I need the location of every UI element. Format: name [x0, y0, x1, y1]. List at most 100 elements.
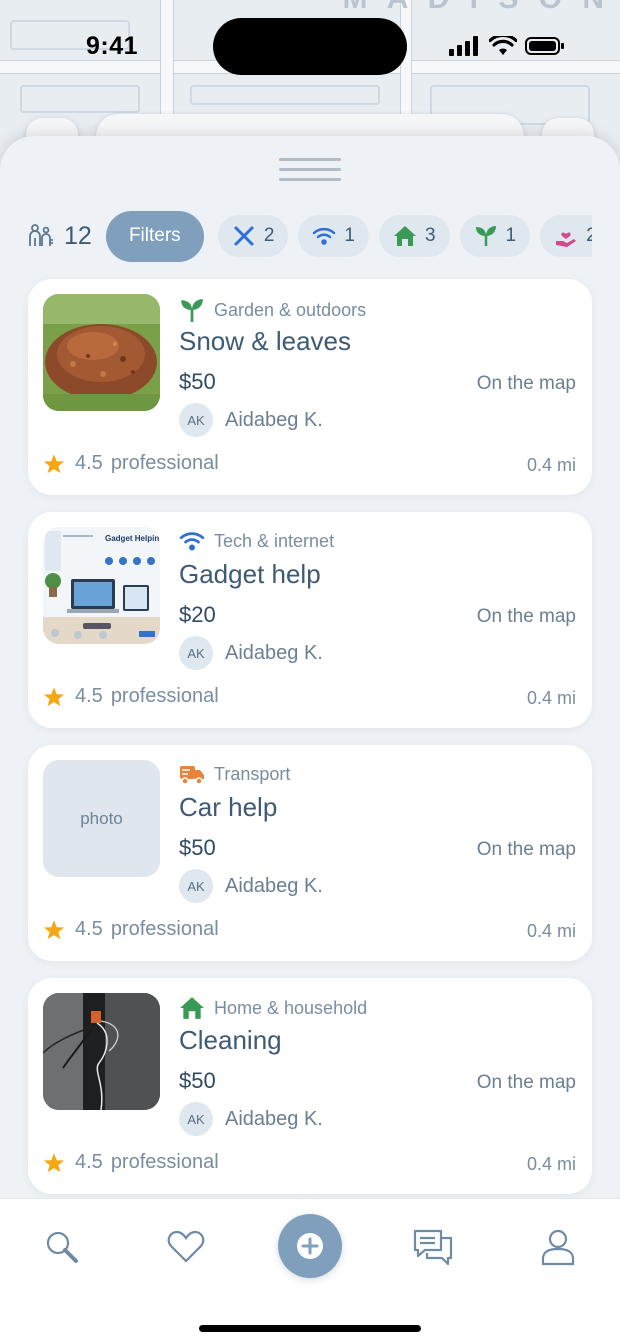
rating-level: professional	[110, 918, 219, 940]
hand-heart-icon	[556, 232, 577, 247]
listing-rating: 4.5 professional	[43, 1151, 219, 1174]
listing-distance: 0.4 mi	[526, 921, 576, 941]
tools-icon	[234, 226, 254, 246]
home-indicator	[199, 1325, 421, 1332]
results-sheet: 12 Filters 2 1 3 1 2 Garden & outdoors S…	[0, 136, 620, 1342]
star-icon	[43, 1152, 65, 1172]
wifi-icon	[179, 532, 205, 551]
on-the-map-link[interactable]: On the map	[477, 606, 576, 628]
house-icon	[180, 997, 204, 1019]
photo-headline: Gadget Helping Service	[105, 534, 160, 543]
listing-title: Car help	[179, 792, 278, 822]
tab-messages[interactable]	[413, 1227, 453, 1267]
add-listing-button[interactable]	[278, 1214, 342, 1278]
listing-photo	[43, 993, 160, 1110]
listing-rating: 4.5 professional	[43, 918, 219, 941]
sprout-icon	[475, 226, 496, 246]
listing-distance: 0.4 mi	[526, 1154, 576, 1174]
search-icon	[46, 1231, 78, 1263]
wifi-icon	[313, 228, 336, 245]
chat-icon	[413, 1229, 453, 1266]
people-count-value: 12	[64, 221, 92, 250]
star-icon	[43, 686, 65, 706]
chip-count: 2	[263, 225, 275, 246]
listing-distance: 0.4 mi	[526, 688, 576, 708]
chip-home[interactable]: 3	[378, 215, 450, 257]
author-name: Aidabeg K.	[225, 1107, 323, 1130]
star-icon	[43, 453, 65, 473]
listing-card[interactable]: Garden & outdoors Snow & leaves $50 On t…	[28, 279, 592, 495]
listing-photo	[43, 294, 160, 411]
chip-count: 1	[505, 225, 517, 246]
rating-level: professional	[110, 452, 219, 474]
tab-bar	[0, 1198, 620, 1342]
listing-card[interactable]: Gadget Helping Service Tech & internet G…	[28, 512, 592, 728]
on-the-map-link[interactable]: On the map	[477, 839, 576, 861]
tab-profile[interactable]	[538, 1227, 578, 1267]
photo-placeholder: photo	[43, 760, 160, 877]
author-name: Aidabeg K.	[225, 408, 323, 431]
chip-care[interactable]: 2	[540, 215, 592, 257]
listing-title: Snow & leaves	[179, 326, 351, 356]
category-label: Home & household	[214, 997, 368, 1018]
system-icons	[449, 36, 565, 56]
dynamic-island	[213, 18, 407, 75]
plus-circle-icon	[297, 1233, 323, 1259]
battery-icon	[525, 37, 564, 55]
listing-title: Gadget help	[179, 559, 321, 589]
listing-card[interactable]: photo Transport Car help $50 On the map …	[28, 745, 592, 961]
rating-level: professional	[110, 1151, 219, 1173]
avatar: AK	[179, 869, 213, 903]
tab-favorites[interactable]	[166, 1227, 206, 1267]
cellular-signal-icon	[449, 36, 478, 56]
heart-icon	[167, 1230, 205, 1263]
listing-price: $20	[179, 602, 216, 627]
rating-value: 4.5	[75, 452, 103, 474]
rating-value: 4.5	[75, 685, 103, 707]
category-label: Tech & internet	[214, 530, 335, 551]
status-time: 9:41	[86, 32, 139, 60]
avatar: AK	[179, 1102, 213, 1136]
author-name: Aidabeg K.	[225, 874, 323, 897]
avatar: AK	[179, 403, 213, 437]
on-the-map-link[interactable]: On the map	[477, 1072, 576, 1094]
avatar: AK	[179, 636, 213, 670]
people-count: 12	[28, 222, 92, 251]
people-icon	[29, 224, 53, 246]
listing-category: Home & household	[179, 996, 367, 1020]
wifi-status-icon	[489, 36, 517, 55]
listing-author[interactable]: AK Aidabeg K.	[179, 636, 323, 670]
chip-repair[interactable]: 2	[217, 215, 289, 257]
star-icon	[43, 919, 65, 939]
listing-category: Tech & internet	[179, 530, 334, 552]
house-icon	[393, 226, 416, 246]
listing-author[interactable]: AK Aidabeg K.	[179, 869, 323, 903]
chip-count: 1	[344, 225, 355, 246]
listing-rating: 4.5 professional	[43, 452, 219, 475]
listing-author[interactable]: AK Aidabeg K.	[179, 1102, 323, 1136]
status-bar: 9:41	[0, 0, 620, 95]
chip-garden[interactable]: 1	[459, 215, 531, 257]
listing-author[interactable]: AK Aidabeg K.	[179, 403, 323, 437]
tab-search[interactable]	[42, 1227, 82, 1267]
listing-card[interactable]: Home & household Cleaning $50 On the map…	[28, 978, 592, 1194]
listing-price: $50	[179, 835, 216, 860]
author-name: Aidabeg K.	[225, 641, 323, 664]
listing-distance: 0.4 mi	[526, 455, 576, 475]
listing-title: Cleaning	[179, 1025, 282, 1055]
filters-button[interactable]: Filters	[105, 210, 204, 262]
on-the-map-link[interactable]: On the map	[477, 373, 576, 395]
filter-row: 12 Filters 2 1 3 1 2	[28, 210, 592, 262]
chip-count: 3	[424, 225, 436, 246]
category-label: Transport	[214, 763, 291, 784]
sprout-icon	[181, 299, 203, 322]
chip-tech[interactable]: 1	[298, 215, 369, 257]
listing-price: $50	[179, 369, 216, 394]
listing-category: Garden & outdoors	[179, 297, 366, 323]
rating-value: 4.5	[75, 918, 103, 940]
sheet-handle[interactable]	[279, 158, 341, 188]
rating-value: 4.5	[75, 1151, 103, 1173]
user-icon	[541, 1229, 575, 1266]
truck-icon	[180, 766, 204, 785]
listing-category: Transport	[179, 763, 290, 785]
